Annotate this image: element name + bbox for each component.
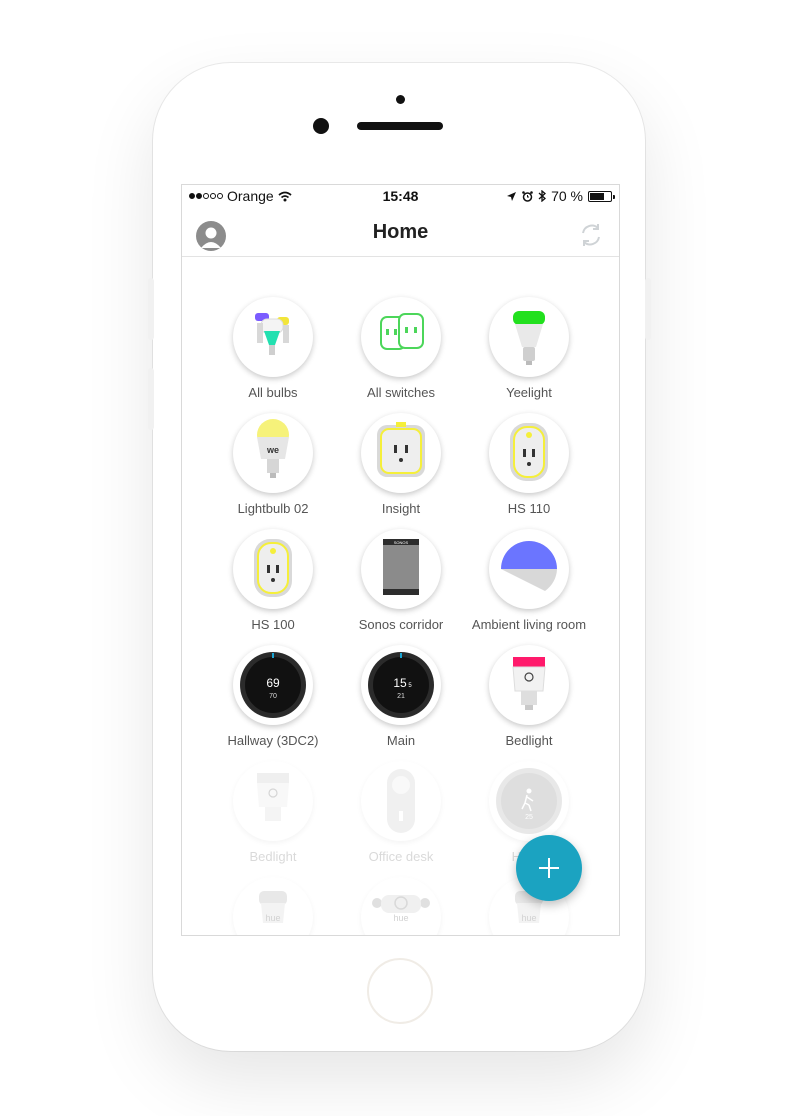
- device-tile[interactable]: HS 100: [203, 489, 343, 632]
- thermostat-target: 70: [269, 693, 277, 700]
- svg-text:we: we: [266, 445, 279, 455]
- volume-button: [148, 368, 154, 430]
- app-screen: Orange 15:48 70 % Home All bulbs All swi…: [181, 184, 620, 936]
- thermostat-reading: 69: [266, 676, 280, 690]
- battery-percent: 70 %: [551, 188, 583, 204]
- device-tile[interactable]: All switches: [331, 257, 471, 400]
- mute-switch: [148, 278, 154, 340]
- thermostat-target: 21: [397, 693, 405, 700]
- page-title: Home: [372, 221, 429, 243]
- location-icon: [507, 191, 517, 201]
- device-grid: All bulbs All switches Yeelight we Light…: [182, 257, 619, 935]
- front-sensor: [396, 95, 405, 104]
- lightstrip-bulb-icon: [489, 645, 569, 725]
- device-tile[interactable]: 25 Home: [459, 721, 599, 864]
- switches-group-icon: [361, 297, 441, 377]
- bulb-icon: [489, 297, 569, 377]
- device-tile[interactable]: we Lightbulb 02: [203, 373, 343, 516]
- device-tile[interactable]: hue: [331, 837, 471, 935]
- device-tile[interactable]: 15 5 21 Main: [331, 605, 471, 748]
- hue-brand: hue: [393, 913, 408, 923]
- device-tile[interactable]: Yeelight: [459, 257, 599, 400]
- hue-bulb-icon: hue: [233, 877, 313, 935]
- alarm-icon: [522, 190, 533, 202]
- hue-brand: hue: [265, 913, 280, 923]
- plus-icon: [539, 858, 559, 878]
- sensor-icon: [361, 761, 441, 841]
- front-camera: [313, 118, 329, 134]
- smart-plug-icon: [489, 413, 569, 493]
- thermostat-icon: 69 70: [233, 645, 313, 725]
- speaker-brand: SONOS: [394, 540, 409, 545]
- speaker-icon: SONOS: [361, 529, 441, 609]
- add-device-button[interactable]: [516, 835, 582, 901]
- device-tile[interactable]: All bulbs: [203, 257, 343, 400]
- device-tile[interactable]: SONOS Sonos corridor: [331, 489, 471, 632]
- bulbs-group-icon: [233, 297, 313, 377]
- bluetooth-icon: [538, 190, 547, 202]
- smart-plug-icon: [361, 413, 441, 493]
- thermostat-icon: 15 5 21: [361, 645, 441, 725]
- hue-brand: hue: [521, 913, 536, 923]
- device-tile[interactable]: Insight: [331, 373, 471, 516]
- battery-icon: [588, 190, 615, 202]
- lightstrip-bulb-icon: [233, 761, 313, 841]
- hue-bridge-icon: hue: [361, 877, 441, 935]
- smart-plug-icon: [233, 529, 313, 609]
- device-tile[interactable]: Office desk: [331, 721, 471, 864]
- nav-bar: Home: [182, 207, 619, 257]
- motion-thermostat-icon: 25: [489, 761, 569, 841]
- ambient-lamp-icon: [489, 529, 569, 609]
- earpiece-speaker: [357, 122, 443, 130]
- status-bar: Orange 15:48 70 %: [182, 185, 619, 207]
- device-tile[interactable]: HS 110: [459, 373, 599, 516]
- thermostat-reading: 15: [393, 676, 407, 690]
- device-tile[interactable]: Bedlight: [459, 605, 599, 748]
- sync-icon[interactable]: [577, 221, 605, 249]
- device-tile[interactable]: Bedlight: [203, 721, 343, 864]
- wemo-bulb-icon: we: [233, 413, 313, 493]
- power-button: [645, 278, 651, 340]
- device-tile[interactable]: hue: [203, 837, 343, 935]
- device-tile[interactable]: Ambient living room: [459, 489, 599, 632]
- thermostat-reading: 25: [525, 814, 533, 821]
- device-tile[interactable]: 69 70 Hallway (3DC2): [203, 605, 343, 748]
- home-button[interactable]: [367, 958, 433, 1024]
